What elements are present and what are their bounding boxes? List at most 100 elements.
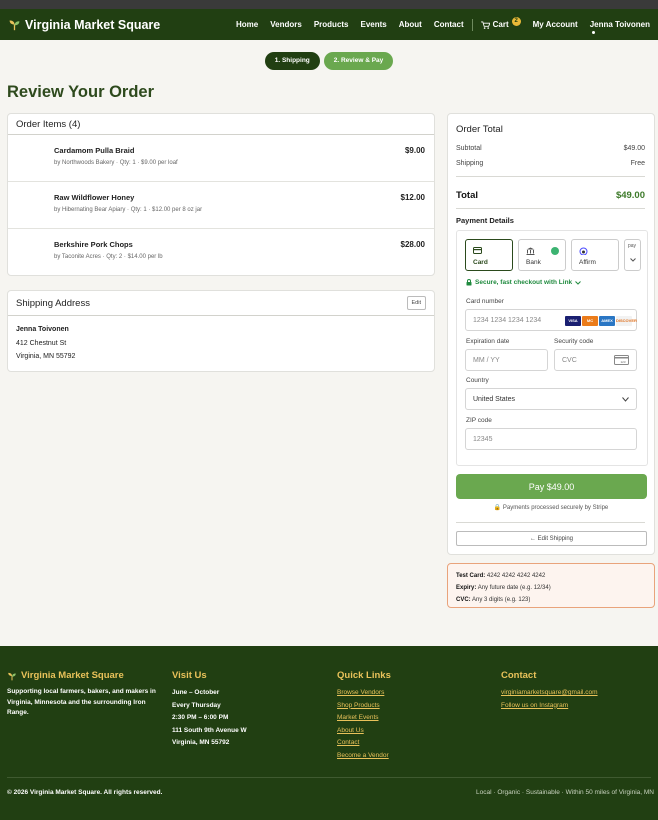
discover-icon: DISCOVER xyxy=(616,316,637,326)
cvc-card-icon: 123 xyxy=(614,355,629,365)
tab-card[interactable]: Card xyxy=(465,239,513,271)
nav-home[interactable]: Home xyxy=(236,20,258,29)
user-menu[interactable]: Jenna Toivonen xyxy=(589,20,650,34)
shipping-address-card: Shipping Address Edit Jenna Toivonen 412… xyxy=(7,290,435,372)
total-value: $49.00 xyxy=(615,190,645,201)
nav-events[interactable]: Events xyxy=(361,20,387,29)
footer-tagline: Local · Organic · Sustainable · Within 5… xyxy=(476,789,654,796)
shipping-address-header: Shipping Address Edit xyxy=(8,291,434,316)
order-items-title: Order Items (4) xyxy=(8,114,434,135)
tab-bank-label: Bank xyxy=(526,259,541,266)
stripe-secure-note: 🔒 Payments processed securely by Stripe xyxy=(448,504,654,511)
top-navbar: Virginia Market Square Home Vendors Prod… xyxy=(0,9,658,40)
tab-more-methods[interactable]: pay xyxy=(624,239,641,271)
user-name: Jenna Toivonen xyxy=(589,20,650,29)
footer-email-link[interactable]: virginiamarketsquare@gmail.com xyxy=(501,687,598,700)
cart-link[interactable]: Cart 2 xyxy=(480,17,521,29)
edit-address-button[interactable]: Edit xyxy=(406,296,426,310)
lock-icon: 🔒 xyxy=(493,505,502,511)
payment-method-tabs: Card Bank Affirm pay xyxy=(465,239,641,271)
subtotal-value: $49.00 xyxy=(623,145,645,152)
test-card-label: Test Card: xyxy=(456,573,486,579)
cvc-input[interactable]: CVC 123 xyxy=(554,349,637,371)
browser-strip xyxy=(0,0,658,9)
nav-about[interactable]: About xyxy=(399,20,422,29)
edit-shipping-divider xyxy=(456,522,645,523)
test-cvc-line: CVC: Any 3 digits (e.g. 123) xyxy=(456,594,646,606)
card-number-input[interactable]: 1234 1234 1234 1234 VISA MC AMEX DISCOVE… xyxy=(465,309,637,331)
shipping-row: Shipping Free xyxy=(456,160,645,167)
footer-visit-list: June – October Every Thursday 2:30 PM – … xyxy=(172,687,247,750)
cvc-label: Security code xyxy=(554,338,594,345)
footer-link-become-vendor[interactable]: Become a Vendor xyxy=(337,750,391,763)
address-city: Virginia, MN 55792 xyxy=(16,353,76,360)
chevron-down-icon xyxy=(575,280,582,285)
footer-visit-column: Visit Us June – October Every Thursday 2… xyxy=(172,670,247,750)
country-select[interactable]: United States xyxy=(465,388,637,410)
footer-brand: Virginia Market Square xyxy=(7,670,157,681)
footer-link-contact[interactable]: Contact xyxy=(337,737,391,750)
brand-logo[interactable]: Virginia Market Square xyxy=(8,18,160,32)
nav-vendors[interactable]: Vendors xyxy=(270,20,302,29)
cart-label: Cart xyxy=(492,20,509,29)
item-price: $28.00 xyxy=(400,240,425,249)
shipping-label: Shipping xyxy=(456,160,484,167)
test-expiry-line: Expiry: Any future date (e.g. 12/34) xyxy=(456,582,646,594)
visit-city: Virginia, MN 55792 xyxy=(172,739,230,746)
footer-quick-links-column: Quick Links Browse Vendors Shop Products… xyxy=(337,670,391,762)
nav-products[interactable]: Products xyxy=(314,20,349,29)
total-row: Total $49.00 xyxy=(456,190,645,201)
footer-quick-links-title: Quick Links xyxy=(337,670,391,681)
footer-brand-name: Virginia Market Square xyxy=(21,670,124,681)
expiry-input[interactable]: MM / YY xyxy=(465,349,548,371)
subtotal-row: Subtotal $49.00 xyxy=(456,145,645,152)
nav-contact[interactable]: Contact xyxy=(434,20,464,29)
expiry-placeholder: MM / YY xyxy=(473,356,500,364)
test-card-line: Test Card: 4242 4242 4242 4242 xyxy=(456,570,646,582)
card-brand-logos: VISA MC AMEX DISCOVER xyxy=(565,316,637,326)
nav-my-account[interactable]: My Account xyxy=(533,20,578,29)
pay-button[interactable]: Pay $49.00 xyxy=(456,474,647,499)
tab-bank[interactable]: Bank xyxy=(518,239,566,271)
card-number-placeholder: 1234 1234 1234 1234 xyxy=(473,316,542,324)
cvc-card-icon-digits: 123 xyxy=(621,360,626,364)
mastercard-icon: MC xyxy=(582,316,598,326)
link-checkout-toggle[interactable]: Secure, fast checkout with Link xyxy=(466,279,582,286)
cvc-placeholder: CVC xyxy=(562,356,577,364)
tab-card-label: Card xyxy=(473,259,488,266)
item-name: Berkshire Pork Chops xyxy=(54,240,133,249)
address-street: 412 Chestnut St xyxy=(16,339,67,347)
footer-quick-links: Browse Vendors Shop Products Market Even… xyxy=(337,687,391,762)
item-name: Raw Wildflower Honey xyxy=(54,193,135,202)
footer-visit-title: Visit Us xyxy=(172,670,207,681)
footer-instagram-link[interactable]: Follow us on Instagram xyxy=(501,700,598,713)
order-total-card: Order Total Subtotal $49.00 Shipping Fre… xyxy=(447,113,655,555)
sprout-icon xyxy=(9,20,20,31)
footer-about-text: Supporting local farmers, bakers, and ma… xyxy=(7,688,156,716)
test-expiry-label: Expiry: xyxy=(456,585,477,591)
footer-link-about[interactable]: About Us xyxy=(337,725,391,738)
test-card-value: 4242 4242 4242 4242 xyxy=(486,573,546,579)
footer-about-column: Virginia Market Square Supporting local … xyxy=(7,670,157,719)
user-indicator-dot xyxy=(591,31,595,34)
shipping-address-body: Jenna Toivonen 412 Chestnut St Virginia,… xyxy=(8,316,434,371)
test-cvc-value: Any 3 digits (e.g. 123) xyxy=(472,597,531,603)
stripe-payment-element: Card Bank Affirm pay Secure, fast checko… xyxy=(456,230,648,466)
zip-placeholder: 12345 xyxy=(473,435,493,443)
footer-link-events[interactable]: Market Events xyxy=(337,712,391,725)
subtotal-label: Subtotal xyxy=(456,145,482,152)
item-meta: by Hibernating Bear Apiary · Qty: 1 · $1… xyxy=(54,207,203,213)
site-footer: Virginia Market Square Supporting local … xyxy=(0,646,658,820)
test-cvc-label: CVC: xyxy=(456,597,471,603)
tab-affirm[interactable]: Affirm xyxy=(571,239,619,271)
expiry-label: Expiration date xyxy=(466,338,510,345)
footer-contact-column: Contact virginiamarketsquare@gmail.com F… xyxy=(501,670,598,712)
zip-input[interactable]: 12345 xyxy=(465,428,637,450)
footer-link-products[interactable]: Shop Products xyxy=(337,700,391,713)
shipping-value: Free xyxy=(630,160,645,167)
footer-link-vendors[interactable]: Browse Vendors xyxy=(337,687,391,700)
step-shipping[interactable]: 1. Shipping xyxy=(264,52,320,70)
edit-shipping-button[interactable]: ← Edit Shipping xyxy=(456,531,647,546)
chevron-down-icon xyxy=(622,396,629,402)
item-price: $9.00 xyxy=(404,146,425,155)
